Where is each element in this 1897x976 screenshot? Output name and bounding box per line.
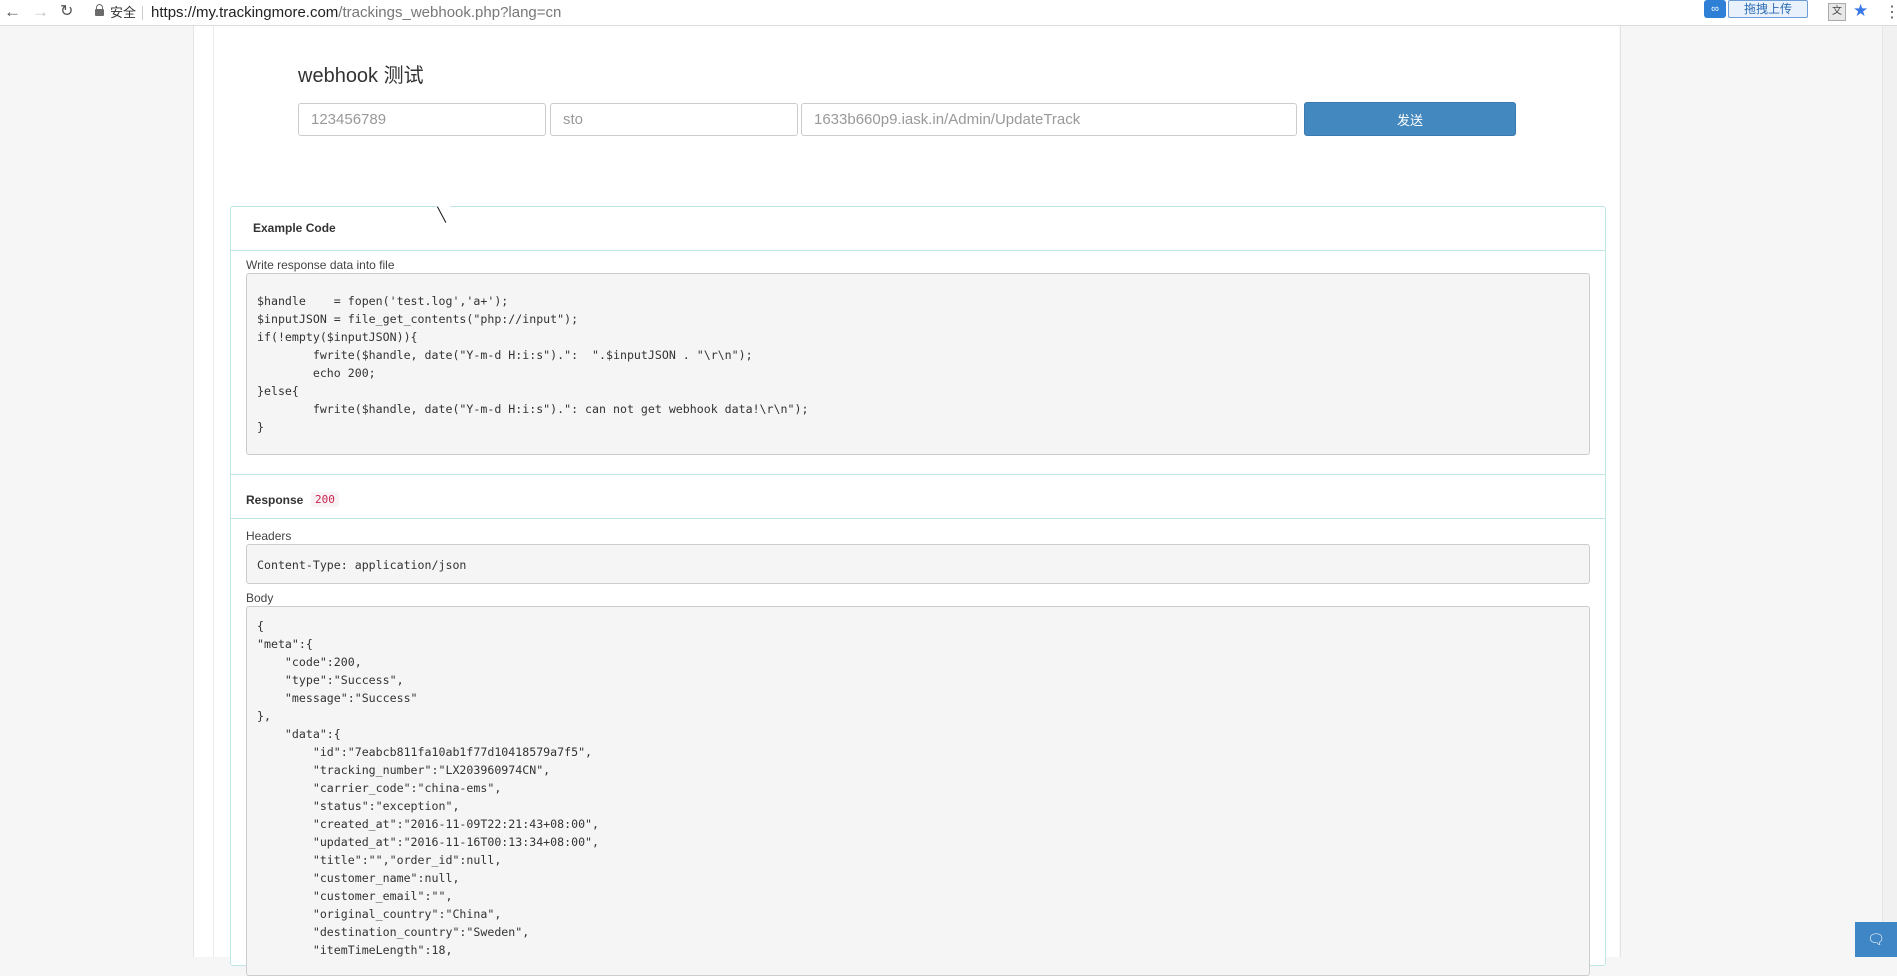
forward-arrow-icon[interactable]: → [32,2,49,22]
example-code-panel: Example Code Write response data into fi… [230,206,1606,976]
page-title: webhook 测试 [298,65,424,87]
upload-extension-button[interactable]: 拖拽上传 [1728,0,1808,18]
secure-label: 安全 [110,5,137,20]
panel-header: Example Code [231,207,1605,251]
translate-icon[interactable]: 文 [1828,3,1846,21]
content-divider [213,26,214,957]
lock-icon [95,4,104,16]
url-path: /trackings_webhook.php?lang=cn [338,4,562,21]
menu-icon[interactable]: ⋮ [1884,2,1897,22]
example-code-block: $handle = fopen('test.log','a+'); $input… [246,273,1590,455]
back-arrow-icon[interactable]: ← [4,2,21,22]
response-heading: Response [246,493,304,507]
example-code-heading: Example Code [253,221,336,235]
send-button[interactable]: 发送 [1304,102,1516,136]
right-gutter [1620,26,1897,957]
headers-label: Headers [246,529,292,543]
body-label: Body [246,591,274,605]
left-gutter [0,26,194,957]
star-icon[interactable]: ★ [1853,1,1868,21]
url-host: https://my.trackingmore.com [151,4,339,21]
tracking-number-input[interactable] [298,103,546,136]
reload-icon[interactable]: ↻ [60,2,73,22]
headers-code-block: Content-Type: application/json [246,544,1590,584]
url-text: https://my.trackingmore.com/trackings_we… [151,4,561,21]
status-badge: 200 [311,492,339,507]
address-bar[interactable]: 安全 https://my.trackingmore.com/trackings_… [95,3,561,23]
webhook-url-input[interactable] [801,103,1297,136]
chat-icon[interactable]: 🗨 [1855,922,1897,957]
cloud-extension-icon[interactable]: ∞ [1704,0,1726,18]
example-description: Write response data into file [246,258,395,272]
section-divider [231,474,1605,475]
section-divider [231,518,1605,519]
carrier-code-input[interactable] [550,103,798,136]
body-code-block: { "meta":{ "code":200, "type":"Success",… [246,606,1590,976]
browser-toolbar: ← → ↻ 安全 https://my.trackingmore.com/trac… [0,0,1897,26]
address-separator [142,6,144,21]
scrollbar[interactable] [1882,26,1897,957]
